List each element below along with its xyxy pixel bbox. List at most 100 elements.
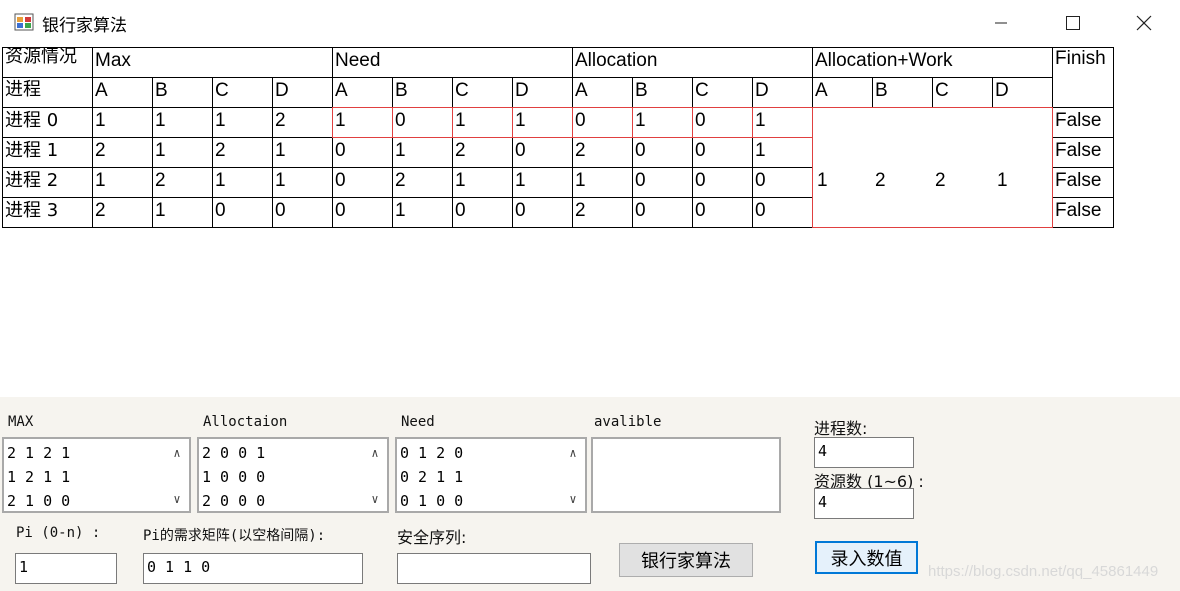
max-cell: 1: [212, 107, 273, 138]
need-cell: 2: [392, 167, 453, 198]
need-scrollbar[interactable]: ∧ ∨: [561, 439, 585, 511]
process-count-label: 进程数:: [814, 419, 868, 438]
need-lines: 0 1 2 0 0 2 1 1 0 1 0 0: [400, 444, 464, 510]
finish-header: Finish: [1052, 47, 1114, 108]
maximize-button[interactable]: [1050, 0, 1096, 45]
max-cell: 1: [152, 197, 213, 228]
available-label: avalible: [594, 414, 662, 430]
enter-values-button[interactable]: 录入数值: [815, 541, 918, 574]
max-cell: 2: [92, 137, 153, 168]
max-cell: 1: [212, 167, 273, 198]
need-textarea[interactable]: 0 1 2 0 0 2 1 1 0 1 0 0 ∧ ∨: [395, 437, 587, 513]
scroll-up-icon[interactable]: ∧: [561, 443, 585, 463]
need-label: Need: [401, 414, 435, 430]
resource-header-a: A: [812, 77, 873, 108]
close-icon: [1136, 15, 1152, 30]
resource-header-c: C: [212, 77, 273, 108]
banker-algorithm-button[interactable]: 银行家算法: [619, 543, 753, 577]
resource-header-a: A: [572, 77, 633, 108]
allocation-cell: 1: [752, 107, 813, 138]
safe-seq-label: 安全序列:: [397, 528, 467, 547]
max-cell: 1: [272, 167, 333, 198]
input-panel: MAX 2 1 2 1 1 2 1 1 2 1 0 0 ∧ ∨ Alloctai…: [0, 397, 1180, 591]
max-cell: 1: [92, 107, 153, 138]
max-cell: 0: [272, 197, 333, 228]
alloc-scrollbar[interactable]: ∧ ∨: [363, 439, 387, 511]
pi-label: Pi (0-n) :: [16, 525, 101, 541]
group-header-need: Need: [332, 47, 573, 78]
process-cell: 进程 3: [2, 197, 93, 228]
max-cell: 2: [152, 167, 213, 198]
process-cell: 进程 2: [2, 167, 93, 198]
finish-cell: False: [1052, 167, 1114, 198]
process-count-input[interactable]: 4: [814, 437, 914, 468]
resource-header-d: D: [512, 77, 573, 108]
resource-table: 资源情况 进程 Max Need Allocation Allocation+Work Fi…: [0, 45, 1180, 397]
max-cell: 2: [92, 197, 153, 228]
alloc-label: Alloctaion: [203, 414, 288, 430]
scroll-down-icon[interactable]: ∨: [363, 489, 387, 509]
max-cell: 1: [272, 137, 333, 168]
resource-header-b: B: [632, 77, 693, 108]
alloc-textarea[interactable]: 2 0 0 1 1 0 0 0 2 0 0 0 ∧ ∨: [197, 437, 389, 513]
allocation-cell: 0: [692, 197, 753, 228]
allocation-cell: 2: [572, 197, 633, 228]
work-value: 1: [997, 170, 1008, 191]
allocation-cell: 0: [752, 197, 813, 228]
alloc-lines: 2 0 0 1 1 0 0 0 2 0 0 0: [202, 444, 266, 510]
work-vector-cell: 1 2 2 1: [812, 107, 1053, 228]
scroll-up-icon[interactable]: ∧: [165, 443, 189, 463]
resource-header-d: D: [992, 77, 1053, 108]
close-button[interactable]: [1121, 0, 1167, 45]
request-label: Pi的需求矩阵(以空格间隔):: [143, 528, 326, 544]
window-title: 银行家算法: [42, 16, 127, 36]
watermark: https://blog.csdn.net/qq_45861449: [928, 563, 1159, 580]
resource-header-b: B: [872, 77, 933, 108]
app-icon: [14, 13, 34, 31]
title-bar: 银行家算法: [0, 0, 1180, 45]
pi-input[interactable]: 1: [15, 553, 117, 584]
minimize-icon: [995, 22, 1007, 23]
resource-header-c: C: [452, 77, 513, 108]
group-header-max: Max: [92, 47, 333, 78]
max-cell: 1: [152, 137, 213, 168]
max-cell: 2: [212, 137, 273, 168]
need-cell: 1: [392, 197, 453, 228]
group-header-allocation: Allocation: [572, 47, 813, 78]
max-lines: 2 1 2 1 1 2 1 1 2 1 0 0: [7, 444, 71, 510]
need-cell: 1: [512, 107, 573, 138]
resource-header-c: C: [692, 77, 753, 108]
max-cell: 1: [92, 167, 153, 198]
scroll-up-icon[interactable]: ∧: [363, 443, 387, 463]
need-cell: 1: [452, 107, 513, 138]
work-value: 2: [875, 170, 886, 191]
finish-cell: False: [1052, 197, 1114, 228]
group-header-allocation-work: Allocation+Work: [812, 47, 1053, 78]
need-cell: 1: [332, 107, 393, 138]
finish-cell: False: [1052, 107, 1114, 138]
need-cell: 1: [392, 137, 453, 168]
maximize-icon: [1066, 15, 1080, 30]
minimize-button[interactable]: [978, 0, 1024, 45]
need-cell: 0: [512, 137, 573, 168]
process-cell: 进程 1: [2, 137, 93, 168]
scroll-down-icon[interactable]: ∨: [561, 489, 585, 509]
max-cell: 1: [152, 107, 213, 138]
allocation-cell: 0: [692, 107, 753, 138]
safe-seq-output[interactable]: [397, 553, 591, 584]
resource-count-input[interactable]: 4: [814, 488, 914, 519]
need-cell: 2: [452, 137, 513, 168]
scroll-down-icon[interactable]: ∨: [165, 489, 189, 509]
max-cell: 2: [272, 107, 333, 138]
available-textarea[interactable]: [591, 437, 781, 513]
corner-process-label: 进程: [2, 77, 93, 108]
resource-header-d: D: [272, 77, 333, 108]
request-input[interactable]: 0 1 1 0: [143, 553, 363, 584]
max-textarea[interactable]: 2 1 2 1 1 2 1 1 2 1 0 0 ∧ ∨: [2, 437, 191, 513]
need-cell: 0: [512, 197, 573, 228]
work-value: 1: [817, 170, 828, 191]
corner-header: 资源情况: [2, 47, 93, 78]
allocation-cell: 1: [752, 137, 813, 168]
need-cell: 1: [452, 167, 513, 198]
max-scrollbar[interactable]: ∧ ∨: [165, 439, 189, 511]
